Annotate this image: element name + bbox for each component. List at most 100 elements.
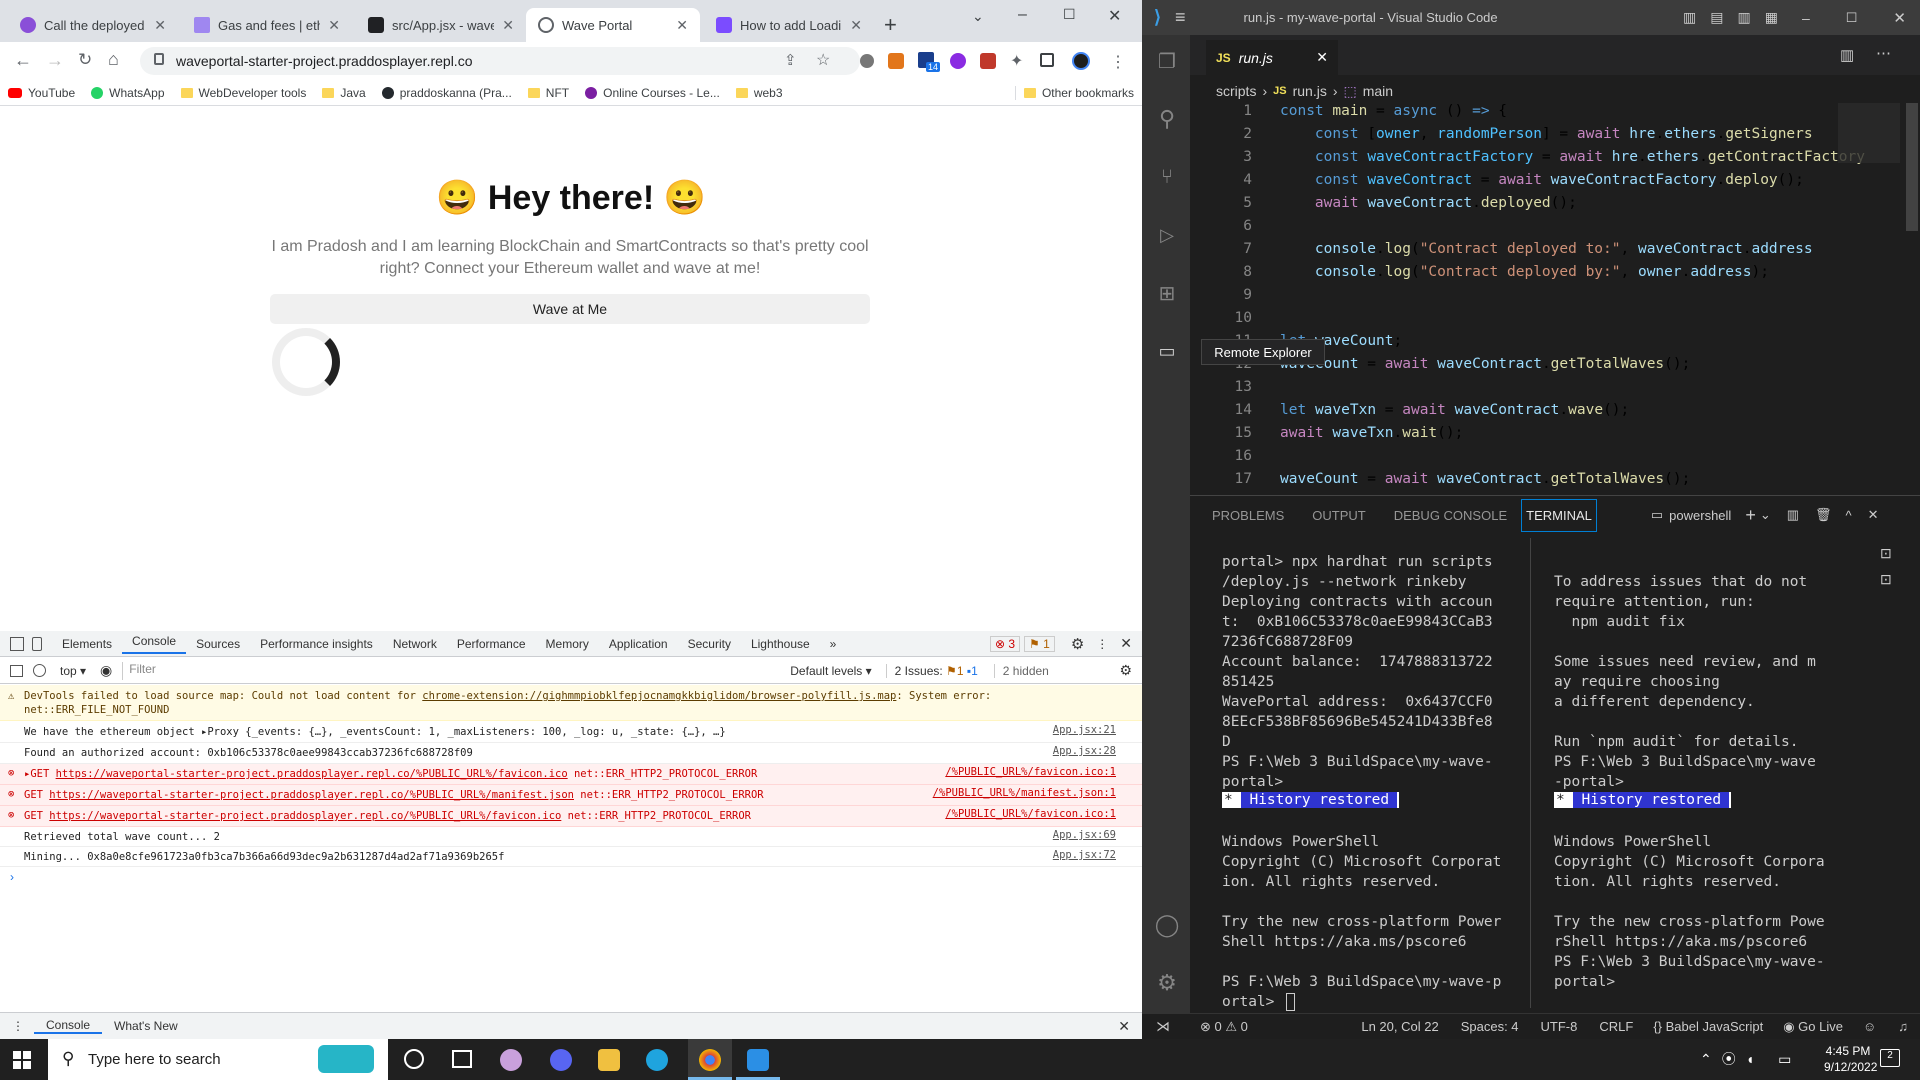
language-mode[interactable]: {} Babel JavaScript <box>1653 1019 1763 1034</box>
source-link[interactable]: chrome-extension://gighmmpiobklfepjocnam… <box>422 690 896 702</box>
tab-sources[interactable]: Sources <box>186 637 250 651</box>
terminal-left-prompt[interactable]: Windows PowerShell Copyright (C) Microso… <box>1222 832 1501 1012</box>
feedback-icon[interactable]: ☺ <box>1863 1019 1876 1034</box>
minimap[interactable] <box>1838 103 1900 163</box>
bookmark-folder[interactable]: NFT <box>520 86 577 100</box>
edge-icon[interactable] <box>646 1049 668 1071</box>
browser-tab[interactable]: Call the deployed sm✕ <box>8 8 178 42</box>
close-icon[interactable]: ✕ <box>1316 49 1328 66</box>
search-highlight-icon[interactable] <box>318 1045 374 1073</box>
console-settings-icon[interactable]: ⚙ <box>1119 662 1132 679</box>
new-terminal-icon[interactable]: + <box>1745 505 1756 526</box>
code-line[interactable]: 3 const waveContractFactory = await hre.… <box>1190 149 1906 172</box>
cursor-position[interactable]: Ln 20, Col 22 <box>1361 1019 1438 1034</box>
tab-console[interactable]: Console <box>122 634 187 654</box>
bookmark-youtube[interactable]: YouTube <box>0 86 83 100</box>
tab-terminal[interactable]: TERMINAL <box>1521 498 1597 532</box>
sidebar-toggle-icon[interactable] <box>10 664 23 677</box>
drawer-tab-whats-new[interactable]: What's New <box>102 1019 190 1033</box>
bookmark-star-icon[interactable]: ☆ <box>816 50 830 70</box>
taskbar-search-input[interactable]: ⚲ Type here to search <box>48 1039 388 1080</box>
tab-debug-console[interactable]: DEBUG CONSOLE <box>1380 508 1521 523</box>
eye-icon[interactable]: ◉ <box>100 662 112 679</box>
code-line[interactable]: 13 <box>1190 379 1906 402</box>
remote-icon[interactable]: ⋊ <box>1156 1018 1170 1035</box>
issues-counter[interactable]: 2 Issues: ⚑1 ▪1 <box>885 663 978 678</box>
tab-lighthouse[interactable]: Lighthouse <box>741 637 820 651</box>
tab-performance[interactable]: Performance <box>447 637 536 651</box>
source-control-icon[interactable]: ⑂ <box>1154 164 1180 190</box>
manage-gear-icon[interactable]: ⚙ <box>1154 970 1180 996</box>
minimize-button[interactable]: – <box>1802 10 1810 26</box>
device-toolbar-icon[interactable] <box>32 636 42 651</box>
windows-start-icon[interactable] <box>13 1051 31 1069</box>
menu-dots-icon[interactable]: ⋮ <box>1110 52 1126 72</box>
new-tab-button[interactable]: + <box>884 12 897 38</box>
tab-search-icon[interactable]: ⌄ <box>972 8 984 25</box>
menu-dots-icon[interactable]: ⋮ <box>1096 637 1108 651</box>
browser-tab[interactable]: Gas and fees | ethere✕ <box>182 8 352 42</box>
breadcrumb-file[interactable]: run.js <box>1293 83 1327 99</box>
console-prompt-icon[interactable]: › <box>10 870 14 884</box>
code-line[interactable]: 10 <box>1190 310 1906 333</box>
side-panel-icon[interactable] <box>1040 53 1054 67</box>
tab-network[interactable]: Network <box>383 637 447 651</box>
close-icon[interactable]: ✕ <box>850 17 862 34</box>
close-icon[interactable]: ✕ <box>1118 1018 1130 1035</box>
close-icon[interactable]: ✕ <box>154 17 166 34</box>
close-icon[interactable]: ✕ <box>328 17 340 34</box>
log-levels-dropdown[interactable]: Default levels ▾ <box>790 664 871 678</box>
settings-gear-icon[interactable]: ⚙ <box>1071 635 1084 653</box>
extensions-icon[interactable]: ⊞ <box>1154 280 1180 306</box>
menu-dots-icon[interactable]: ⋮ <box>12 1019 24 1033</box>
code-line[interactable]: 8 console.log("Contract deployed by:", o… <box>1190 264 1906 287</box>
clock[interactable]: 4:45 PM 9/12/2022 <box>1824 1043 1877 1075</box>
extension-icon[interactable] <box>980 53 996 69</box>
bookmark-folder[interactable]: web3 <box>728 86 791 100</box>
close-icon[interactable]: ✕ <box>676 17 688 34</box>
reload-icon[interactable]: ↻ <box>78 50 92 70</box>
more-actions-icon[interactable]: ⋯ <box>1876 44 1891 62</box>
clear-console-icon[interactable] <box>33 664 46 677</box>
code-line[interactable]: 1 const main = async () => { <box>1190 103 1906 126</box>
terminal-list-icons[interactable]: ⊡ ⊡ <box>1880 540 1892 592</box>
breadcrumb-folder[interactable]: scripts <box>1216 83 1256 99</box>
terminal-left-output[interactable]: portal> npx hardhat run scripts /deploy.… <box>1222 552 1493 792</box>
notifications-bell-icon[interactable]: ♫ <box>1898 1019 1908 1034</box>
notification-center-icon[interactable]: 2 <box>1880 1049 1900 1067</box>
breadcrumb-symbol[interactable]: main <box>1363 83 1393 99</box>
code-line[interactable]: 6 <box>1190 218 1906 241</box>
close-icon[interactable]: ✕ <box>502 17 514 34</box>
run-debug-icon[interactable]: ▷ <box>1154 222 1180 248</box>
system-tray-icons[interactable]: ⌃⦿◖ ▭ <box>1700 1049 1801 1069</box>
extension-icon[interactable] <box>860 54 874 68</box>
tab-application[interactable]: Application <box>599 637 678 651</box>
code-line[interactable]: 9 <box>1190 287 1906 310</box>
terminal-shell-label[interactable]: powershell <box>1669 508 1731 523</box>
account-icon[interactable]: ◯ <box>1154 912 1180 938</box>
trash-icon[interactable]: 🗑 <box>1815 507 1832 523</box>
code-line[interactable]: 5 await waveContract.deployed(); <box>1190 195 1906 218</box>
indentation[interactable]: Spaces: 4 <box>1461 1019 1519 1034</box>
close-window-button[interactable]: ✕ <box>1108 6 1121 26</box>
browser-tab[interactable]: How to add Loading✕ <box>704 8 874 42</box>
url-text[interactable]: waveportal-starter-project.praddosplayer… <box>176 53 472 69</box>
file-explorer-icon[interactable] <box>598 1049 620 1071</box>
wave-button[interactable]: Wave at Me <box>270 294 870 324</box>
other-bookmarks[interactable]: Other bookmarks <box>1014 85 1142 100</box>
extensions-puzzle-icon[interactable]: ✦ <box>1010 51 1023 71</box>
tab-elements[interactable]: Elements <box>52 637 122 651</box>
browser-tab[interactable]: src/App.jsx - wavepo✕ <box>356 8 526 42</box>
extension-icon[interactable] <box>950 53 966 69</box>
explorer-icon[interactable]: ❐ <box>1154 48 1180 74</box>
task-view-icon[interactable] <box>452 1050 472 1068</box>
close-panel-icon[interactable]: ✕ <box>1868 507 1879 523</box>
layout-controls-icon[interactable]: ▥▤▥▦ <box>1683 9 1792 26</box>
bookmark-courses[interactable]: Online Courses - Le... <box>577 86 728 100</box>
line-endings[interactable]: CRLF <box>1599 1019 1633 1034</box>
code-line[interactable]: 15 await waveTxn.wait(); <box>1190 425 1906 448</box>
hamburger-menu-icon[interactable]: ≡ <box>1175 7 1186 28</box>
home-icon[interactable]: ⌂ <box>108 49 119 70</box>
code-line[interactable]: 4 const waveContract = await waveContrac… <box>1190 172 1906 195</box>
drawer-tab-console[interactable]: Console <box>34 1018 103 1034</box>
